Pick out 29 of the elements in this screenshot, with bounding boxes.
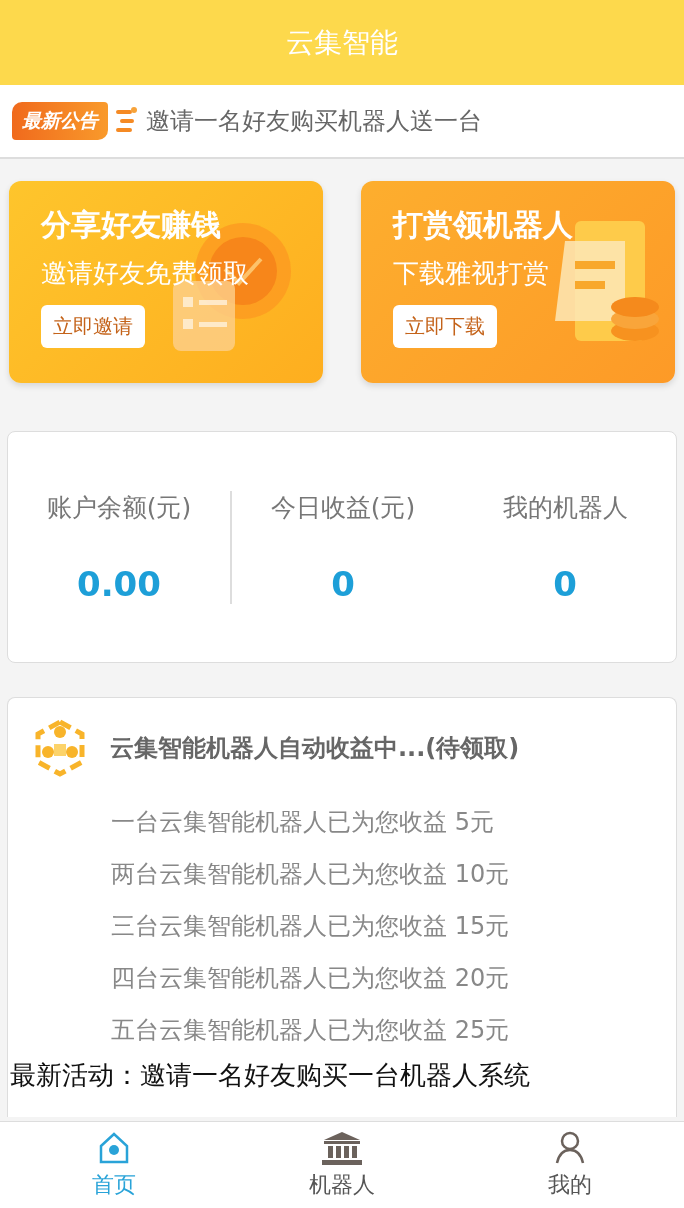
earnings-line: 一台云集智能机器人已为您收益 5元: [111, 807, 495, 838]
earnings-line: 四台云集智能机器人已为您收益 20元: [111, 963, 511, 994]
earnings-line: 三台云集智能机器人已为您收益 15元: [111, 911, 511, 942]
nav-tab[interactable]: 我的: [456, 1122, 684, 1208]
promo-card[interactable]: 分享好友赚钱 邀请好友免费领取 立即邀请: [9, 181, 323, 383]
earnings-line: 两台云集智能机器人已为您收益 10元: [111, 859, 511, 890]
stat-label: 账户余额(元): [46, 491, 192, 524]
bank-icon: [321, 1130, 363, 1166]
person-icon: [554, 1130, 586, 1166]
nav-tab[interactable]: 首页: [0, 1122, 228, 1208]
notice-badge: 最新公告: [12, 102, 108, 140]
promo-card[interactable]: 打赏领机器人 下载雅视打赏 立即下载: [361, 181, 675, 383]
nav-tab[interactable]: 机器人: [228, 1122, 456, 1208]
promo-subtitle: 下载雅视打赏: [393, 257, 550, 290]
notice-text: 邀请一名好友购买机器人送一台: [146, 106, 482, 137]
promo-title: 打赏领机器人: [393, 206, 574, 244]
stat-value: 0: [553, 563, 577, 604]
app-title: 云集智能: [286, 24, 398, 61]
promo-title: 分享好友赚钱: [41, 206, 222, 244]
promo-subtitle: 邀请好友免费领取: [41, 257, 250, 290]
stat-value: 0.00: [77, 563, 161, 604]
promo-button[interactable]: 立即邀请: [41, 305, 145, 348]
earnings-title: 云集智能机器人自动收益中...(待领取): [110, 733, 520, 764]
stat-value: 0: [331, 563, 355, 604]
stat-label: 今日收益(元): [270, 491, 416, 524]
earnings-line: 五台云集智能机器人已为您收益 25元: [111, 1015, 511, 1046]
promo-button[interactable]: 立即下载: [393, 305, 497, 348]
activity-text: 最新活动：邀请一名好友购买一台机器人系统: [10, 1059, 531, 1092]
stat-label: 我的机器人: [502, 491, 628, 524]
